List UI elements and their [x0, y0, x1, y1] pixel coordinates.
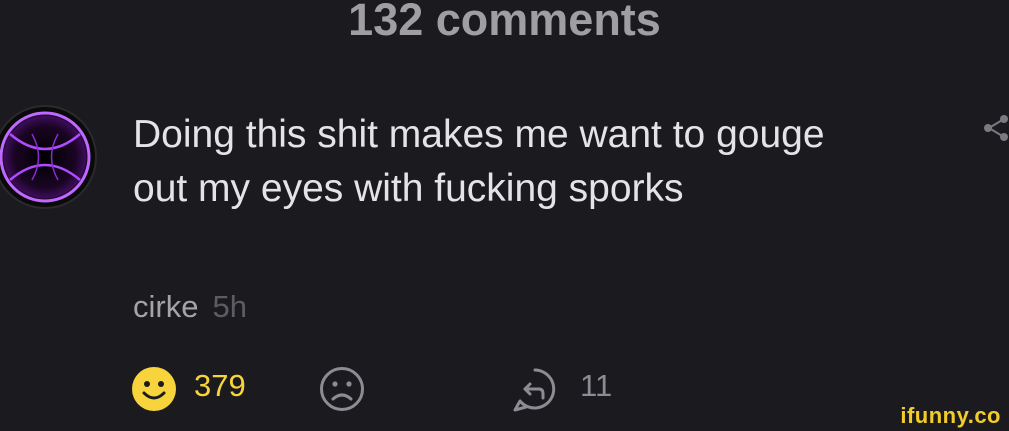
reply-count: 11: [580, 368, 613, 403]
comments-count-title: 132 comments: [348, 0, 661, 45]
frown-icon[interactable]: [319, 366, 365, 412]
upvote-count: 379: [194, 368, 246, 403]
comment-meta: cirke 5h: [133, 289, 247, 325]
share-icon[interactable]: [980, 112, 1009, 144]
smile-icon[interactable]: [131, 366, 177, 412]
comment-time: 5h: [212, 289, 247, 324]
comment-text: Doing this shit makes me want to gouge o…: [133, 113, 825, 210]
user-avatar[interactable]: [0, 104, 98, 210]
ifunny-watermark: ifunny.co: [900, 403, 1001, 428]
comments-screen: 132 comments Doing this shit makes me wa…: [0, 0, 1009, 431]
reply-icon[interactable]: [511, 366, 559, 414]
comment-author[interactable]: cirke: [133, 289, 198, 324]
